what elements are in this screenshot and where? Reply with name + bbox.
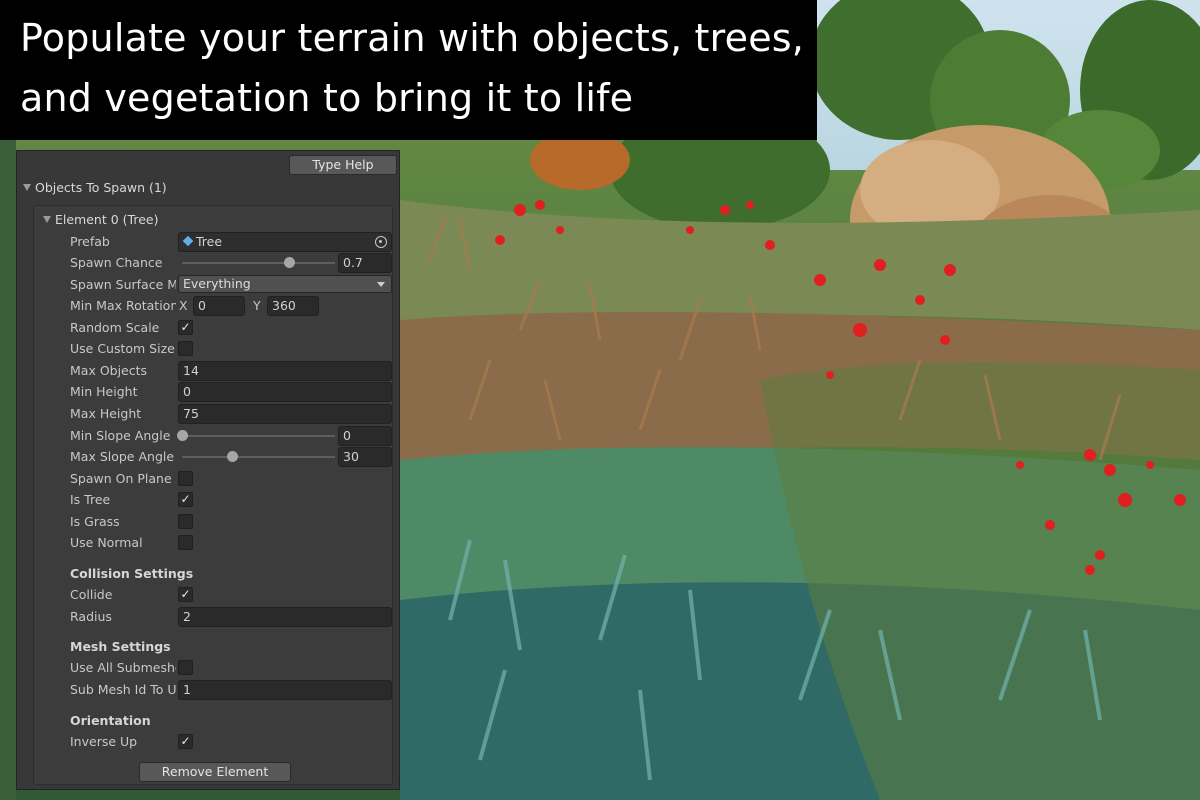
prefab-object-field[interactable]: Tree: [178, 232, 392, 252]
inverse-up-row: Inverse Up ✓: [70, 732, 395, 752]
orientation-header-row: Orientation: [70, 711, 395, 731]
type-help-button[interactable]: Type Help: [289, 155, 397, 175]
max-slope-label: Max Slope Angle: [70, 449, 175, 464]
sub-mesh-id-input[interactable]: 1: [178, 680, 392, 700]
objects-to-spawn-foldout[interactable]: Objects To Spawn (1): [23, 180, 167, 195]
max-slope-slider-track[interactable]: [182, 456, 335, 458]
checkmark-icon: ✓: [180, 587, 191, 601]
random-scale-row: Random Scale ✓: [70, 318, 395, 338]
use-custom-size-row: Use Custom Size: [70, 339, 395, 359]
spawn-chance-slider-track[interactable]: [182, 262, 335, 264]
spawn-surface-row: Spawn Surface M Everything: [70, 275, 395, 295]
radius-label: Radius: [70, 609, 112, 624]
use-custom-size-checkbox[interactable]: [178, 341, 193, 356]
use-normal-checkbox[interactable]: [178, 535, 193, 550]
spawn-surface-value: Everything: [183, 276, 251, 291]
is-grass-label: Is Grass: [70, 514, 120, 529]
min-height-row: Min Height 0: [70, 382, 395, 402]
spawn-on-plane-row: Spawn On Plane: [70, 469, 395, 489]
prefab-label: Prefab: [70, 234, 110, 249]
checkmark-icon: ✓: [180, 492, 191, 506]
spawn-chance-row: Spawn Chance 0.7: [70, 253, 395, 273]
rotation-x-label: X: [179, 298, 188, 313]
min-slope-label: Min Slope Angle: [70, 428, 171, 443]
spawn-chance-label: Spawn Chance: [70, 255, 163, 270]
orientation-header: Orientation: [70, 713, 151, 728]
dropdown-arrow-icon: [377, 282, 385, 287]
collision-settings-header-row: Collision Settings: [70, 564, 395, 584]
inverse-up-label: Inverse Up: [70, 734, 138, 749]
caption-banner: Populate your terrain with objects, tree…: [0, 0, 817, 140]
mesh-settings-header-row: Mesh Settings: [70, 637, 395, 657]
max-objects-label: Max Objects: [70, 363, 148, 378]
rotation-y-input[interactable]: 360: [267, 296, 319, 316]
caption-line-1: Populate your terrain with objects, tree…: [20, 16, 805, 60]
min-slope-row: Min Slope Angle 0: [70, 426, 395, 446]
is-tree-row: Is Tree ✓: [70, 490, 395, 510]
sub-mesh-id-row: Sub Mesh Id To U 1: [70, 680, 395, 700]
is-grass-checkbox[interactable]: [178, 514, 193, 529]
rotation-x-input[interactable]: 0: [193, 296, 245, 316]
checkmark-icon: ✓: [180, 320, 191, 334]
is-tree-checkbox[interactable]: ✓: [178, 492, 193, 507]
min-slope-slider-track[interactable]: [182, 435, 335, 437]
use-all-submeshes-label: Use All Submeshe: [70, 660, 176, 675]
object-picker-icon[interactable]: [375, 236, 387, 248]
max-slope-value[interactable]: 30: [338, 447, 392, 467]
use-all-submeshes-checkbox[interactable]: [178, 660, 193, 675]
collide-label: Collide: [70, 587, 113, 602]
element-0-foldout[interactable]: Element 0 (Tree): [43, 212, 158, 227]
collision-settings-header: Collision Settings: [70, 566, 194, 581]
spawn-chance-value[interactable]: 0.7: [338, 253, 392, 273]
min-height-label: Min Height: [70, 384, 138, 399]
objects-to-spawn-label: Objects To Spawn (1): [35, 180, 167, 195]
spawn-surface-label: Spawn Surface M: [70, 277, 176, 292]
rotation-row: Min Max Rotation X 0 Y 360: [70, 296, 395, 316]
element-0-label: Element 0 (Tree): [55, 212, 159, 227]
is-grass-row: Is Grass: [70, 512, 395, 532]
min-slope-value[interactable]: 0: [338, 426, 392, 446]
spawn-surface-dropdown[interactable]: Everything: [178, 275, 392, 293]
max-slope-row: Max Slope Angle 30: [70, 447, 395, 467]
foldout-arrow-icon: [23, 184, 31, 191]
max-objects-input[interactable]: 14: [178, 361, 392, 381]
max-height-input[interactable]: 75: [178, 404, 392, 424]
use-all-submeshes-row: Use All Submeshe: [70, 658, 395, 678]
remove-element-button[interactable]: Remove Element: [139, 762, 291, 782]
min-slope-slider-handle[interactable]: [176, 430, 188, 441]
radius-row: Radius 2: [70, 607, 395, 627]
spawn-on-plane-label: Spawn On Plane: [70, 471, 172, 486]
is-tree-label: Is Tree: [70, 492, 111, 507]
inverse-up-checkbox[interactable]: ✓: [178, 734, 193, 749]
use-custom-size-label: Use Custom Size: [70, 341, 175, 356]
spawn-chance-slider-handle[interactable]: [283, 257, 295, 268]
foldout-arrow-icon: [43, 216, 51, 223]
max-objects-row: Max Objects 14: [70, 361, 395, 381]
prefab-row: Prefab Tree: [70, 232, 395, 252]
max-height-row: Max Height 75: [70, 404, 395, 424]
prefab-value: Tree: [196, 234, 223, 249]
sub-mesh-id-label: Sub Mesh Id To U: [70, 682, 176, 697]
checkmark-icon: ✓: [180, 734, 191, 748]
max-slope-slider-handle[interactable]: [226, 451, 238, 462]
max-height-label: Max Height: [70, 406, 142, 421]
use-normal-label: Use Normal: [70, 535, 143, 550]
use-normal-row: Use Normal: [70, 533, 395, 553]
caption-line-2: and vegetation to bring it to life: [20, 76, 634, 120]
rotation-label: Min Max Rotation: [70, 298, 176, 313]
rotation-y-label: Y: [253, 298, 261, 313]
prefab-cube-icon: [182, 235, 194, 247]
spawn-on-plane-checkbox[interactable]: [178, 471, 193, 486]
min-height-input[interactable]: 0: [178, 382, 392, 402]
radius-input[interactable]: 2: [178, 607, 392, 627]
collide-checkbox[interactable]: ✓: [178, 587, 193, 602]
mesh-settings-header: Mesh Settings: [70, 639, 171, 654]
inspector-panel: Type Help Objects To Spawn (1) Element 0…: [16, 150, 400, 790]
collide-row: Collide ✓: [70, 585, 395, 605]
random-scale-checkbox[interactable]: ✓: [178, 320, 193, 335]
random-scale-label: Random Scale: [70, 320, 160, 335]
